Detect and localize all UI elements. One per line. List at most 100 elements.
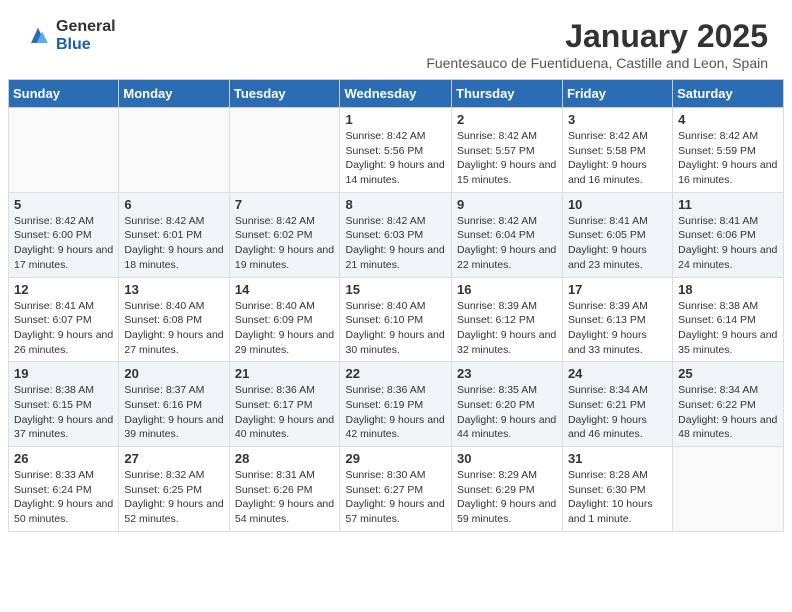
day-info: Sunrise: 8:42 AMSunset: 6:02 PMDaylight:… — [235, 214, 335, 273]
calendar-cell: 10 Sunrise: 8:41 AMSunset: 6:05 PMDayligh… — [562, 192, 672, 277]
calendar-week-row: 12 Sunrise: 8:41 AMSunset: 6:07 PMDayligh… — [9, 277, 784, 362]
weekday-header-tuesday: Tuesday — [229, 80, 340, 108]
day-info: Sunrise: 8:28 AMSunset: 6:30 PMDaylight:… — [568, 468, 667, 527]
day-number: 24 — [568, 366, 667, 381]
day-number: 28 — [235, 451, 335, 466]
calendar-cell — [9, 108, 119, 193]
calendar-week-row: 26 Sunrise: 8:33 AMSunset: 6:24 PMDayligh… — [9, 447, 784, 532]
title-block: January 2025 Fuentesauco de Fuentiduena,… — [426, 18, 768, 71]
day-number: 2 — [457, 112, 557, 127]
day-info: Sunrise: 8:33 AMSunset: 6:24 PMDaylight:… — [14, 468, 113, 527]
day-number: 4 — [678, 112, 778, 127]
weekday-header-saturday: Saturday — [673, 80, 784, 108]
calendar-cell: 15 Sunrise: 8:40 AMSunset: 6:10 PMDayligh… — [340, 277, 452, 362]
day-number: 23 — [457, 366, 557, 381]
calendar-cell: 31 Sunrise: 8:28 AMSunset: 6:30 PMDayligh… — [562, 447, 672, 532]
weekday-header-thursday: Thursday — [452, 80, 563, 108]
day-number: 13 — [124, 282, 223, 297]
location-subtitle: Fuentesauco de Fuentiduena, Castille and… — [426, 55, 768, 71]
calendar-cell: 27 Sunrise: 8:32 AMSunset: 6:25 PMDayligh… — [119, 447, 229, 532]
calendar-cell: 28 Sunrise: 8:31 AMSunset: 6:26 PMDayligh… — [229, 447, 340, 532]
day-info: Sunrise: 8:32 AMSunset: 6:25 PMDaylight:… — [124, 468, 223, 527]
calendar-cell: 24 Sunrise: 8:34 AMSunset: 6:21 PMDayligh… — [562, 362, 672, 447]
calendar-week-row: 5Sunrise: 8:42 AMSunset: 6:00 PMDaylight… — [9, 192, 784, 277]
day-number: 31 — [568, 451, 667, 466]
calendar-cell — [673, 447, 784, 532]
month-title: January 2025 — [426, 18, 768, 55]
day-number: 25 — [678, 366, 778, 381]
day-info: Sunrise: 8:42 AMSunset: 6:01 PMDaylight:… — [124, 214, 223, 273]
calendar-cell: 30Sunrise: 8:29 AMSunset: 6:29 PMDayligh… — [452, 447, 563, 532]
day-number: 6 — [124, 197, 223, 212]
calendar-cell: 26 Sunrise: 8:33 AMSunset: 6:24 PMDayligh… — [9, 447, 119, 532]
day-number: 12 — [14, 282, 113, 297]
day-info: Sunrise: 8:40 AMSunset: 6:08 PMDaylight:… — [124, 299, 223, 358]
calendar-cell: 16 Sunrise: 8:39 AMSunset: 6:12 PMDayligh… — [452, 277, 563, 362]
day-info: Sunrise: 8:31 AMSunset: 6:26 PMDaylight:… — [235, 468, 335, 527]
calendar-cell: 13 Sunrise: 8:40 AMSunset: 6:08 PMDayligh… — [119, 277, 229, 362]
day-number: 20 — [124, 366, 223, 381]
calendar-cell: 7Sunrise: 8:42 AMSunset: 6:02 PMDaylight… — [229, 192, 340, 277]
logo-icon — [24, 22, 52, 50]
calendar-week-row: 19Sunrise: 8:38 AMSunset: 6:15 PMDayligh… — [9, 362, 784, 447]
calendar-week-row: 1 Sunrise: 8:42 AMSunset: 5:56 PMDaylight… — [9, 108, 784, 193]
calendar-cell: 12 Sunrise: 8:41 AMSunset: 6:07 PMDayligh… — [9, 277, 119, 362]
day-number: 27 — [124, 451, 223, 466]
calendar-cell: 22 Sunrise: 8:36 AMSunset: 6:19 PMDayligh… — [340, 362, 452, 447]
day-number: 11 — [678, 197, 778, 212]
day-info: Sunrise: 8:41 AMSunset: 6:06 PMDaylight:… — [678, 214, 778, 273]
day-number: 17 — [568, 282, 667, 297]
day-number: 16 — [457, 282, 557, 297]
calendar-cell: 2Sunrise: 8:42 AMSunset: 5:57 PMDaylight… — [452, 108, 563, 193]
day-info: Sunrise: 8:29 AMSunset: 6:29 PMDaylight:… — [457, 468, 557, 527]
day-number: 22 — [345, 366, 446, 381]
calendar-cell: 5Sunrise: 8:42 AMSunset: 6:00 PMDaylight… — [9, 192, 119, 277]
day-number: 9 — [457, 197, 557, 212]
day-number: 21 — [235, 366, 335, 381]
day-number: 18 — [678, 282, 778, 297]
day-info: Sunrise: 8:42 AMSunset: 6:03 PMDaylight:… — [345, 214, 446, 273]
day-info: Sunrise: 8:30 AMSunset: 6:27 PMDaylight:… — [345, 468, 446, 527]
day-number: 1 — [345, 112, 446, 127]
calendar-cell: 25 Sunrise: 8:34 AMSunset: 6:22 PMDayligh… — [673, 362, 784, 447]
calendar-cell: 9Sunrise: 8:42 AMSunset: 6:04 PMDaylight… — [452, 192, 563, 277]
weekday-header-monday: Monday — [119, 80, 229, 108]
calendar-cell: 23 Sunrise: 8:35 AMSunset: 6:20 PMDayligh… — [452, 362, 563, 447]
day-info: Sunrise: 8:38 AMSunset: 6:14 PMDaylight:… — [678, 299, 778, 358]
day-info: Sunrise: 8:40 AMSunset: 6:09 PMDaylight:… — [235, 299, 335, 358]
calendar-cell: 14Sunrise: 8:40 AMSunset: 6:09 PMDayligh… — [229, 277, 340, 362]
day-number: 10 — [568, 197, 667, 212]
calendar-cell: 20 Sunrise: 8:37 AMSunset: 6:16 PMDayligh… — [119, 362, 229, 447]
day-number: 3 — [568, 112, 667, 127]
day-info: Sunrise: 8:41 AMSunset: 6:07 PMDaylight:… — [14, 299, 113, 358]
calendar-cell: 8 Sunrise: 8:42 AMSunset: 6:03 PMDaylight… — [340, 192, 452, 277]
day-info: Sunrise: 8:40 AMSunset: 6:10 PMDaylight:… — [345, 299, 446, 358]
weekday-header-sunday: Sunday — [9, 80, 119, 108]
day-number: 26 — [14, 451, 113, 466]
day-info: Sunrise: 8:42 AMSunset: 5:59 PMDaylight:… — [678, 129, 778, 188]
calendar-cell: 1 Sunrise: 8:42 AMSunset: 5:56 PMDaylight… — [340, 108, 452, 193]
logo-general-text: General — [56, 18, 116, 36]
calendar-cell: 19Sunrise: 8:38 AMSunset: 6:15 PMDayligh… — [9, 362, 119, 447]
day-number: 8 — [345, 197, 446, 212]
day-number: 15 — [345, 282, 446, 297]
page-header: General Blue January 2025 Fuentesauco de… — [0, 0, 792, 79]
day-info: Sunrise: 8:42 AMSunset: 5:56 PMDaylight:… — [345, 129, 446, 188]
day-info: Sunrise: 8:36 AMSunset: 6:19 PMDaylight:… — [345, 383, 446, 442]
calendar-cell — [119, 108, 229, 193]
day-info: Sunrise: 8:34 AMSunset: 6:21 PMDaylight:… — [568, 383, 667, 442]
day-info: Sunrise: 8:38 AMSunset: 6:15 PMDaylight:… — [14, 383, 113, 442]
day-info: Sunrise: 8:41 AMSunset: 6:05 PMDaylight:… — [568, 214, 667, 273]
weekday-header-wednesday: Wednesday — [340, 80, 452, 108]
day-info: Sunrise: 8:36 AMSunset: 6:17 PMDaylight:… — [235, 383, 335, 442]
weekday-header-row: SundayMondayTuesdayWednesdayThursdayFrid… — [9, 80, 784, 108]
weekday-header-friday: Friday — [562, 80, 672, 108]
calendar-cell: 6 Sunrise: 8:42 AMSunset: 6:01 PMDaylight… — [119, 192, 229, 277]
day-info: Sunrise: 8:39 AMSunset: 6:12 PMDaylight:… — [457, 299, 557, 358]
calendar-cell: 29Sunrise: 8:30 AMSunset: 6:27 PMDayligh… — [340, 447, 452, 532]
day-info: Sunrise: 8:34 AMSunset: 6:22 PMDaylight:… — [678, 383, 778, 442]
day-info: Sunrise: 8:35 AMSunset: 6:20 PMDaylight:… — [457, 383, 557, 442]
day-info: Sunrise: 8:37 AMSunset: 6:16 PMDaylight:… — [124, 383, 223, 442]
logo: General Blue — [24, 18, 116, 53]
calendar-table: SundayMondayTuesdayWednesdayThursdayFrid… — [8, 79, 784, 532]
